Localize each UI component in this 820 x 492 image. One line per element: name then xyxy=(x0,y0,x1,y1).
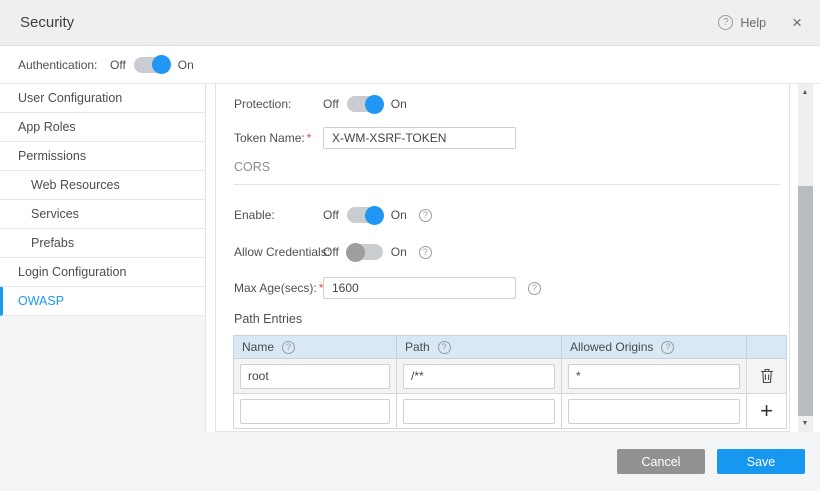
sidebar-item-label: Permissions xyxy=(18,149,86,163)
column-header-allowed-origins: Allowed Origins? xyxy=(562,336,747,359)
credentials-off-label: Off xyxy=(323,245,339,259)
sidebar-item-label: Login Configuration xyxy=(18,265,126,279)
table-header-row: Name? Path? Allowed Origins? xyxy=(234,336,787,359)
column-header-path: Path? xyxy=(397,336,562,359)
toggle-knob xyxy=(152,55,171,74)
add-row-button[interactable]: + xyxy=(753,394,780,428)
trash-icon xyxy=(760,368,774,384)
path-entries-title: Path Entries xyxy=(234,312,302,326)
sidebar-item-prefabs[interactable]: Prefabs xyxy=(0,229,205,258)
body: User Configuration App Roles Permissions… xyxy=(0,84,820,432)
token-name-row: Token Name:* xyxy=(234,126,516,150)
authentication-off-label: Off xyxy=(110,58,126,72)
column-label: Path xyxy=(405,340,430,354)
security-dialog: Security ? Help × Authentication: Off On… xyxy=(0,0,820,492)
protection-on-label: On xyxy=(391,97,407,111)
path-entry-origins-input[interactable] xyxy=(568,364,740,389)
help-icon: ? xyxy=(718,15,733,30)
toggle-knob xyxy=(346,243,365,262)
owasp-settings-panel: Protection: Off On Token Name:* CORS Ena… xyxy=(215,84,790,432)
plus-icon: + xyxy=(760,400,773,422)
max-age-label: Max Age(secs):* xyxy=(234,281,323,295)
toggle-knob xyxy=(365,95,384,114)
allow-credentials-toggle[interactable] xyxy=(347,244,383,260)
origins-help-icon[interactable]: ? xyxy=(661,341,674,354)
table-row xyxy=(234,359,787,394)
scroll-down-icon[interactable]: ▼ xyxy=(798,420,813,427)
credentials-on-label: On xyxy=(391,245,407,259)
enable-off-label: Off xyxy=(323,208,339,222)
authentication-toggle[interactable] xyxy=(134,57,170,73)
max-age-row: Max Age(secs):* ? xyxy=(234,276,541,300)
cors-section-title: CORS xyxy=(234,160,270,174)
token-name-label-text: Token Name: xyxy=(234,131,305,145)
path-entry-origins-input[interactable] xyxy=(568,399,740,424)
max-age-help-icon[interactable]: ? xyxy=(528,282,541,295)
sidebar-content-gap xyxy=(206,84,215,432)
sidebar-item-owasp[interactable]: OWASP xyxy=(0,287,205,316)
sidebar-item-label: Services xyxy=(31,207,79,221)
sidebar-item-label: User Configuration xyxy=(18,91,122,105)
column-header-name: Name? xyxy=(234,336,397,359)
path-entry-path-input[interactable] xyxy=(403,364,555,389)
save-button[interactable]: Save xyxy=(717,449,805,474)
sidebar: User Configuration App Roles Permissions… xyxy=(0,84,206,432)
authentication-label: Authentication: xyxy=(18,58,110,72)
sidebar-item-login-configuration[interactable]: Login Configuration xyxy=(0,258,205,287)
sidebar-item-services[interactable]: Services xyxy=(0,200,205,229)
sidebar-item-label: App Roles xyxy=(18,120,76,134)
path-entry-path-input[interactable] xyxy=(403,399,555,424)
protection-label: Protection: xyxy=(234,97,323,111)
token-name-label: Token Name:* xyxy=(234,131,323,145)
protection-row: Protection: Off On xyxy=(234,92,407,116)
sidebar-item-label: OWASP xyxy=(18,294,64,308)
authentication-bar: Authentication: Off On xyxy=(0,46,820,84)
cancel-button[interactable]: Cancel xyxy=(617,449,705,474)
enable-help-icon[interactable]: ? xyxy=(419,209,432,222)
sidebar-item-permissions[interactable]: Permissions xyxy=(0,142,205,171)
token-name-input[interactable] xyxy=(323,127,516,149)
required-asterisk: * xyxy=(307,131,312,145)
scrollbar-track[interactable]: ▲ ▼ xyxy=(798,84,813,432)
sidebar-item-label: Prefabs xyxy=(31,236,74,250)
scrollbar-thumb[interactable] xyxy=(798,186,813,416)
help-button[interactable]: ? Help xyxy=(718,15,766,30)
name-help-icon[interactable]: ? xyxy=(282,341,295,354)
enable-on-label: On xyxy=(391,208,407,222)
max-age-input[interactable] xyxy=(323,277,516,299)
sidebar-item-label: Web Resources xyxy=(31,178,120,192)
scrollbar-column: ▲ ▼ xyxy=(790,84,820,432)
footer: Cancel Save xyxy=(0,432,820,491)
path-entry-name-input[interactable] xyxy=(240,364,390,389)
column-label: Name xyxy=(242,340,274,354)
column-header-actions xyxy=(747,336,787,359)
path-help-icon[interactable]: ? xyxy=(438,341,451,354)
sidebar-item-app-roles[interactable]: App Roles xyxy=(0,113,205,142)
column-label: Allowed Origins xyxy=(570,340,653,354)
titlebar: Security ? Help × xyxy=(0,0,820,46)
allow-credentials-row: Allow Credentials: Off On ? xyxy=(234,240,432,264)
delete-row-button[interactable] xyxy=(753,359,780,393)
sidebar-item-web-resources[interactable]: Web Resources xyxy=(0,171,205,200)
help-label: Help xyxy=(740,16,766,30)
allow-credentials-label: Allow Credentials: xyxy=(234,245,323,259)
credentials-help-icon[interactable]: ? xyxy=(419,246,432,259)
cors-enable-toggle[interactable] xyxy=(347,207,383,223)
toggle-knob xyxy=(365,206,384,225)
path-entry-name-input[interactable] xyxy=(240,399,390,424)
path-entries-table: Name? Path? Allowed Origins? xyxy=(233,335,787,429)
max-age-label-text: Max Age(secs): xyxy=(234,281,317,295)
close-icon[interactable]: × xyxy=(792,14,802,31)
table-row: + xyxy=(234,394,787,429)
sidebar-item-user-configuration[interactable]: User Configuration xyxy=(0,84,205,113)
scroll-up-icon[interactable]: ▲ xyxy=(798,89,813,96)
cors-enable-row: Enable: Off On ? xyxy=(234,203,432,227)
cors-divider xyxy=(234,184,781,185)
protection-toggle[interactable] xyxy=(347,96,383,112)
page-title: Security xyxy=(20,14,718,31)
authentication-on-label: On xyxy=(178,58,194,72)
protection-off-label: Off xyxy=(323,97,339,111)
enable-label: Enable: xyxy=(234,208,323,222)
